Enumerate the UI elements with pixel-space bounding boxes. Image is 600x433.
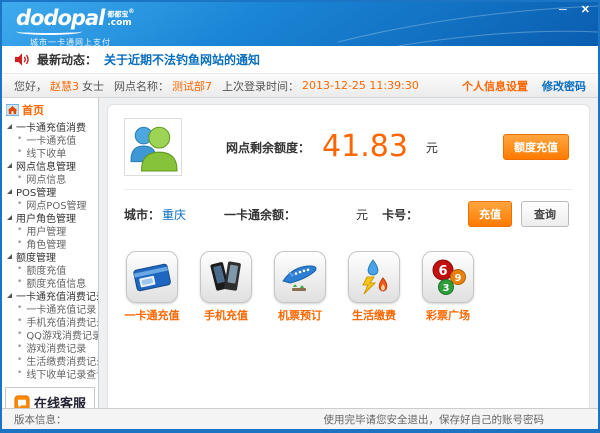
- app-mobile-recharge[interactable]: 手机充值: [198, 251, 254, 323]
- airplane-icon: [274, 251, 326, 303]
- app-utility-payment[interactable]: 生活缴费: [346, 251, 402, 323]
- card-balance-label: 一卡通余额：: [224, 207, 297, 222]
- app-card-recharge[interactable]: 一卡通充值: [124, 251, 180, 323]
- change-password-link[interactable]: 修改密码: [542, 78, 586, 94]
- notice-label: 最新动态：: [37, 53, 98, 67]
- apps-row: 一卡通充值 手机充值 机票预订 生活缴费 6 9 3 彩票广场: [124, 251, 573, 323]
- balance-label: 网点剩余额度：: [226, 140, 311, 155]
- version-label: 版本信息：: [14, 413, 67, 426]
- chat-bubble-icon: [14, 394, 30, 408]
- city-link[interactable]: 重庆: [162, 206, 186, 223]
- bullet-icon: •: [17, 134, 23, 144]
- card-balance-unit: 元: [356, 207, 369, 222]
- footer: 版本信息： 使用完毕请您安全退出，保存好自己的账号密码: [2, 408, 598, 429]
- site-name: 测试部7: [172, 79, 212, 93]
- bullet-icon: •: [17, 277, 23, 287]
- logo-cn-text: 都都宝: [107, 10, 129, 19]
- user-title: 女士: [82, 79, 104, 93]
- buddies-avatar-icon: [130, 126, 178, 172]
- home-icon: [6, 104, 19, 116]
- sidebar-item-home-label: 首页: [22, 104, 44, 117]
- sidebar-item[interactable]: • 线下收单记录查询: [2, 367, 99, 382]
- bullet-icon: •: [17, 368, 23, 378]
- user-bar: 您好， 赵慧3 女士 网点名称： 测试部7 上次登录时间： 2013-12-25…: [2, 73, 598, 98]
- card-no-label: 卡号：: [382, 207, 419, 222]
- bullet-icon: •: [17, 238, 23, 248]
- app-label: 一卡通充值: [124, 309, 180, 322]
- logout-tip: 使用完毕请您安全退出，保存好自己的账号密码: [323, 413, 545, 426]
- app-label: 手机充值: [204, 309, 248, 322]
- transit-card-icon: [126, 251, 178, 303]
- sidebar-item-home[interactable]: 首页: [2, 101, 98, 120]
- speaker-icon: [15, 53, 29, 66]
- bullet-icon: •: [17, 225, 23, 235]
- site-label: 网点名称：: [114, 79, 169, 93]
- lottery-balls-icon: 6 9 3: [422, 251, 474, 303]
- profile-settings-link[interactable]: 个人信息设置: [462, 78, 528, 94]
- app-flight-booking[interactable]: 机票预订: [272, 251, 328, 323]
- window-controls: ─ ✕: [559, 4, 590, 16]
- expander-icon: [7, 254, 12, 259]
- sidebar-item-label: 线下收单记录查询: [26, 370, 99, 381]
- notice-bar: 最新动态： 关于近期不法钓鱼网站的通知: [2, 46, 598, 73]
- svg-text:6: 6: [438, 264, 447, 279]
- main-area: 网点剩余额度： 41.83 元 额度充值 城市： 重庆 一卡通余额： 元 卡号：…: [99, 98, 598, 408]
- expander-icon: [7, 163, 12, 168]
- app-lottery-plaza[interactable]: 6 9 3 彩票广场: [420, 251, 476, 323]
- main-panel: 网点剩余额度： 41.83 元 额度充值 城市： 重庆 一卡通余额： 元 卡号：…: [107, 104, 590, 408]
- bullet-icon: •: [17, 173, 23, 183]
- greeting-text: 您好，: [14, 79, 47, 93]
- logo-text: dodopal: [16, 6, 105, 30]
- app-label: 机票预订: [278, 309, 322, 322]
- balance-value: 41.83: [322, 129, 408, 164]
- recharge-button[interactable]: 充值: [468, 201, 512, 227]
- minimize-icon[interactable]: ─: [559, 4, 567, 16]
- mobile-phone-icon: [200, 251, 252, 303]
- app-window: dodopal 都都宝® .com 城市一卡通网上支付 ─ ✕ 最新动态： 关于…: [0, 0, 600, 433]
- quota-recharge-button[interactable]: 额度充值: [503, 134, 569, 160]
- svg-text:3: 3: [443, 283, 450, 294]
- expander-icon: [7, 124, 12, 129]
- expander-icon: [7, 189, 12, 194]
- logo-tagline: 城市一卡通网上支付: [30, 38, 111, 48]
- bullet-icon: •: [17, 316, 23, 326]
- bullet-icon: •: [17, 147, 23, 157]
- balance-unit: 元: [425, 140, 438, 155]
- bullet-icon: •: [17, 303, 23, 313]
- last-login-label: 上次登录时间：: [222, 79, 299, 93]
- online-service-box: 在线客服 客服电话：400-817-1000 工作时间：8:00-20:00: [5, 387, 95, 408]
- expander-icon: [7, 215, 12, 220]
- balance-row: 网点剩余额度： 41.83 元 额度充值: [124, 118, 573, 176]
- app-header: dodopal 都都宝® .com 城市一卡通网上支付 ─ ✕: [2, 2, 598, 48]
- city-label: 城市：: [124, 207, 161, 222]
- online-service-title[interactable]: 在线客服: [34, 393, 86, 408]
- registered-mark: ®: [128, 8, 135, 15]
- notice-link[interactable]: 关于近期不法钓鱼网站的通知: [104, 51, 260, 68]
- query-button[interactable]: 查询: [521, 201, 569, 227]
- svg-text:9: 9: [455, 273, 462, 284]
- logo-com-text: .com: [107, 18, 132, 29]
- bullet-icon: •: [17, 199, 23, 209]
- avatar: [124, 118, 182, 176]
- username: 赵慧3: [50, 79, 79, 93]
- app-label: 生活缴费: [352, 309, 396, 322]
- app-logo: dodopal 都都宝® .com 城市一卡通网上支付: [16, 8, 134, 48]
- sidebar: 首页 一卡通充值消费 • 一卡通充值 • 线下收单 网点信息管理 • 网点信息: [2, 98, 99, 408]
- expander-icon: [7, 293, 12, 298]
- card-row: 城市： 重庆 一卡通余额： 元 卡号： 充值 查询: [124, 201, 573, 227]
- last-login-time: 2013-12-25 11:39:30: [302, 79, 419, 92]
- bullet-icon: •: [17, 355, 23, 365]
- body: 首页 一卡通充值消费 • 一卡通充值 • 线下收单 网点信息管理 • 网点信息: [2, 98, 598, 408]
- close-icon[interactable]: ✕: [581, 4, 590, 16]
- bullet-icon: •: [17, 264, 23, 274]
- utilities-icon: [348, 251, 400, 303]
- bullet-icon: •: [17, 329, 23, 339]
- app-label: 彩票广场: [426, 309, 470, 322]
- divider: [124, 189, 573, 190]
- bullet-icon: •: [17, 342, 23, 352]
